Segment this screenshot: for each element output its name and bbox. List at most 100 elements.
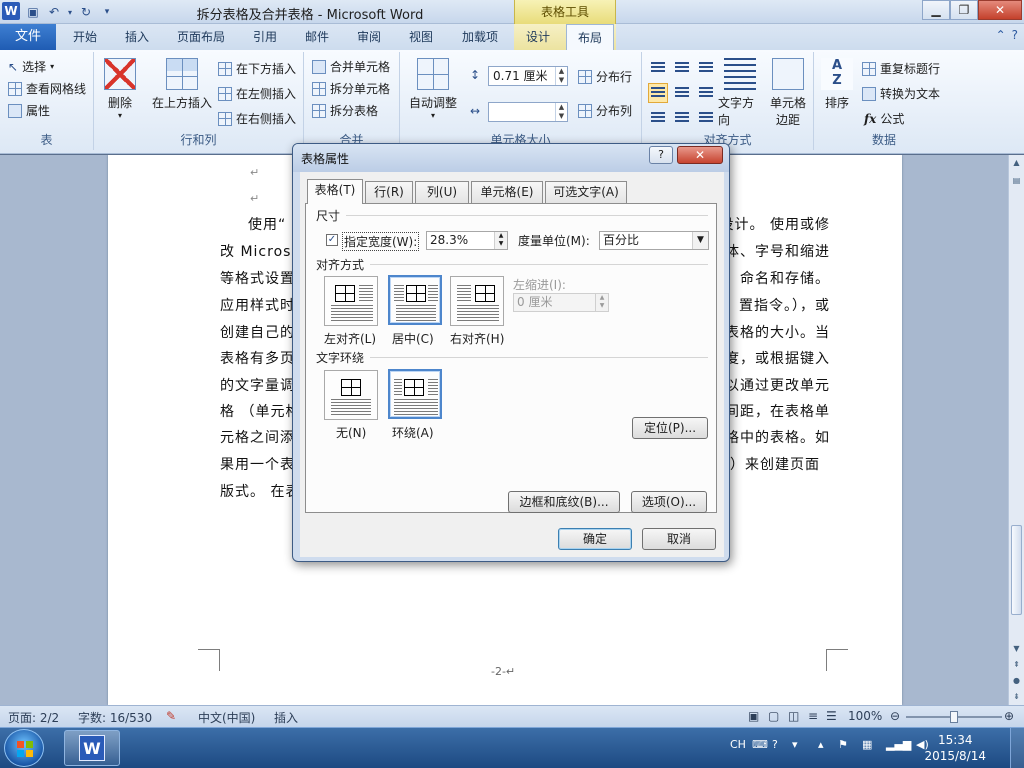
action-center-icon[interactable]: ⚑ [838, 738, 848, 751]
word-count[interactable]: 字数: 16/530 [78, 709, 152, 726]
distribute-rows-button[interactable]: 分布行 [578, 68, 632, 85]
options-button[interactable]: 选项(O)... [631, 491, 707, 513]
ime-indicator[interactable]: CH [730, 738, 746, 751]
ok-button[interactable]: 确定 [558, 528, 632, 550]
help-icon[interactable]: ? [1012, 28, 1018, 42]
apps-icon[interactable]: ▦ [862, 738, 872, 751]
browse-object-icon[interactable]: ● [1009, 673, 1024, 689]
view-outline-icon[interactable]: ≡ [808, 709, 818, 723]
tab-addins[interactable]: 加载项 [454, 24, 506, 50]
tab-table-design[interactable]: 设计 [516, 24, 560, 50]
preferred-width-checkbox[interactable]: ✓ [326, 234, 338, 246]
vertical-scrollbar[interactable]: ▲ ▤ ▼ ⇞ ● ⇟ [1008, 155, 1024, 705]
align-top-center-icon[interactable] [672, 58, 692, 78]
start-button[interactable] [4, 729, 44, 767]
align-right-option[interactable] [450, 276, 504, 326]
zoom-in-icon[interactable]: ⊕ [1004, 709, 1014, 723]
wrap-around-option[interactable] [388, 369, 442, 419]
view-gridlines-button[interactable]: 查看网格线 [8, 80, 86, 97]
insert-below-button[interactable]: 在下方插入 [218, 60, 296, 77]
cancel-button[interactable]: 取消 [642, 528, 716, 550]
system-clock[interactable]: 15:34 2015/8/14 [924, 732, 986, 764]
chevron-down-icon[interactable]: ▼ [692, 232, 708, 249]
insert-left-button[interactable]: 在左侧插入 [218, 85, 296, 102]
properties-button[interactable]: 属性 [8, 102, 50, 119]
align-bottom-right-icon[interactable] [696, 108, 716, 128]
ruler-toggle-icon[interactable]: ▤ [1009, 173, 1024, 189]
positioning-button[interactable]: 定位(P)... [632, 417, 708, 439]
tab-view[interactable]: 视图 [400, 24, 442, 50]
convert-to-text-button[interactable]: 转换为文本 [862, 85, 940, 102]
taskbar-word-button[interactable]: W [64, 730, 120, 766]
autofit-button[interactable]: 自动调整 ▾ [404, 58, 462, 120]
merge-cells-button[interactable]: 合并单元格 [312, 58, 390, 75]
tab-page-layout[interactable]: 页面布局 [170, 24, 232, 50]
tab-row[interactable]: 行(R) [365, 181, 413, 203]
tray-expand-icon[interactable]: ▴ [818, 738, 824, 751]
proofing-icon[interactable]: ✎ [166, 709, 176, 723]
cell-margins-button[interactable]: 单元格 边距 [768, 58, 808, 128]
repeat-header-button[interactable]: 重复标题行 [862, 60, 940, 77]
tab-insert[interactable]: 插入 [116, 24, 158, 50]
tab-column[interactable]: 列(U) [415, 181, 469, 203]
tab-home[interactable]: 开始 [64, 24, 106, 50]
borders-shading-button[interactable]: 边框和底纹(B)... [508, 491, 620, 513]
scrollbar-thumb[interactable] [1011, 525, 1022, 615]
insert-mode-indicator[interactable]: 插入 [274, 709, 298, 726]
zoom-level[interactable]: 100% [848, 709, 882, 723]
spinner-arrows-icon[interactable]: ▲ ▼ [555, 103, 567, 121]
align-middle-right-icon[interactable] [696, 83, 716, 103]
insert-right-button[interactable]: 在右侧插入 [218, 110, 296, 127]
spinner-arrows-icon[interactable]: ▲ ▼ [595, 294, 608, 311]
preferred-width-input[interactable]: 28.3% ▲ ▼ [426, 231, 508, 250]
align-top-left-icon[interactable] [648, 58, 668, 78]
indent-input[interactable]: 0 厘米 ▲ ▼ [513, 293, 609, 312]
align-middle-left-icon[interactable] [648, 83, 668, 103]
dialog-title-bar[interactable]: 表格属性 ? ✕ [293, 144, 729, 172]
view-draft-icon[interactable]: ☰ [826, 709, 837, 723]
previous-page-icon[interactable]: ⇞ [1009, 657, 1024, 673]
scroll-down-icon[interactable]: ▼ [1009, 641, 1024, 657]
maximize-button[interactable]: ❐ [950, 0, 978, 20]
dialog-help-button[interactable]: ? [649, 146, 673, 164]
delete-button[interactable]: 删除 ▾ [102, 58, 138, 120]
sort-button[interactable]: AZ 排序 [820, 58, 854, 111]
tab-cell[interactable]: 单元格(E) [471, 181, 543, 203]
tab-alt-text[interactable]: 可选文字(A) [545, 181, 627, 203]
ime-help-icon[interactable]: ? [772, 738, 778, 751]
ime-options-icon[interactable]: ▾ [792, 738, 798, 751]
align-left-option[interactable] [324, 276, 378, 326]
row-height-input[interactable]: 0.71 厘米 ▲ ▼ [488, 66, 568, 86]
tab-file[interactable]: 文件 [0, 24, 56, 50]
spinner-arrows-icon[interactable]: ▲ ▼ [555, 67, 567, 85]
scroll-up-icon[interactable]: ▲ [1009, 155, 1024, 171]
distribute-cols-button[interactable]: 分布列 [578, 102, 632, 119]
tab-review[interactable]: 审阅 [348, 24, 390, 50]
ime-settings-icon[interactable]: ⌨ [752, 738, 768, 751]
zoom-slider-thumb[interactable] [950, 711, 958, 723]
network-icon[interactable]: ▂▄▆ [886, 738, 911, 751]
align-top-right-icon[interactable] [696, 58, 716, 78]
align-bottom-center-icon[interactable] [672, 108, 692, 128]
show-desktop-button[interactable] [1010, 728, 1024, 768]
view-web-layout-icon[interactable]: ◫ [788, 709, 799, 723]
align-center-option[interactable] [388, 275, 442, 325]
align-middle-center-icon[interactable] [672, 83, 692, 103]
spinner-arrows-icon[interactable]: ▲ ▼ [494, 232, 507, 249]
split-cells-button[interactable]: 拆分单元格 [312, 80, 390, 97]
text-direction-button[interactable]: 文字方向 [718, 58, 762, 128]
tab-references[interactable]: 引用 [244, 24, 286, 50]
insert-above-button[interactable]: 在上方插入 [150, 58, 214, 111]
formula-button[interactable]: fx 公式 [864, 110, 904, 127]
select-button[interactable]: ↖ 选择 ▾ [8, 58, 54, 75]
column-width-input[interactable]: ▲ ▼ [488, 102, 568, 122]
minimize-ribbon-icon[interactable]: ⌃ [996, 28, 1006, 42]
split-table-button[interactable]: 拆分表格 [312, 102, 378, 119]
tab-mailings[interactable]: 邮件 [296, 24, 338, 50]
align-bottom-left-icon[interactable] [648, 108, 668, 128]
dialog-close-button[interactable]: ✕ [677, 146, 723, 164]
next-page-icon[interactable]: ⇟ [1009, 689, 1024, 705]
tab-table-layout[interactable]: 布局 [566, 24, 614, 51]
page-indicator[interactable]: 页面: 2/2 [8, 709, 59, 726]
view-print-layout-icon[interactable]: ▣ [748, 709, 759, 723]
